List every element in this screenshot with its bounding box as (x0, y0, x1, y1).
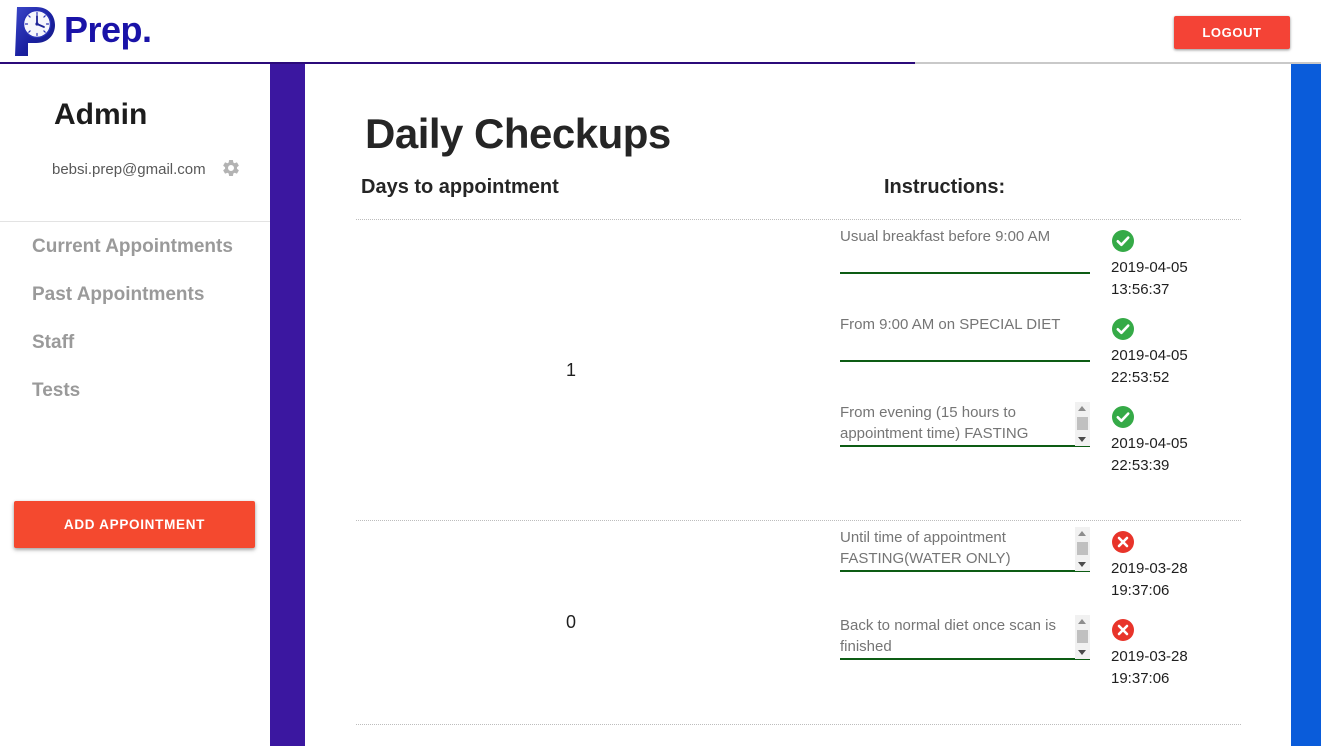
instruction-text-field[interactable]: From 9:00 AM on SPECIAL DIET (840, 314, 1090, 362)
instruction-entry: From evening (15 hours to appointment ti… (840, 396, 1240, 484)
instruction-timestamp: 2019-03-28 19:37:06 (1111, 648, 1188, 687)
top-bar: Prep. LOGOUT (0, 0, 1321, 63)
table-row: 1 Usual breakfast before 9:00 AM 2019-04… (356, 220, 1241, 521)
check-circle-icon (1112, 230, 1134, 252)
column-header-instructions: Instructions: (884, 176, 1006, 198)
instructions-list: Usual breakfast before 9:00 AM 2019-04-0… (840, 220, 1240, 520)
brand[interactable]: Prep. (10, 4, 152, 58)
instruction-entry: Usual breakfast before 9:00 AM 2019-04-0… (840, 220, 1240, 308)
app-root: Prep. LOGOUT Admin bebsi.prep@gmail.com … (0, 0, 1321, 746)
instruction-status: 2019-03-28 19:37:06 (1111, 609, 1231, 690)
instruction-timestamp: 2019-04-05 22:53:52 (1111, 347, 1188, 386)
add-appointment-button[interactable]: ADD APPOINTMENT (14, 501, 255, 548)
column-header-days: Days to appointment (361, 176, 559, 198)
days-to-appointment-value: 0 (565, 612, 576, 632)
check-circle-icon (1112, 406, 1134, 428)
instruction-timestamp: 2019-04-05 22:53:39 (1111, 435, 1188, 474)
instruction-text-field[interactable]: From evening (15 hours to appointment ti… (840, 402, 1090, 447)
instruction-text-field[interactable]: Back to normal diet once scan is finishe… (840, 615, 1090, 660)
instruction-text-field[interactable]: Until time of appointment FASTING(WATER … (840, 527, 1090, 572)
logout-button[interactable]: LOGOUT (1174, 16, 1290, 49)
header-divider-right (915, 62, 1321, 64)
days-to-appointment-value: 1 (565, 359, 576, 380)
sidebar-nav: Current Appointments Past Appointments S… (0, 223, 270, 415)
sidebar-item-staff[interactable]: Staff (0, 319, 270, 367)
instruction-entry: Until time of appointment FASTING(WATER … (840, 521, 1240, 609)
page-title: Daily Checkups (365, 110, 671, 158)
gear-icon[interactable] (221, 158, 241, 178)
check-circle-icon (1112, 318, 1134, 340)
instruction-text-field[interactable]: Usual breakfast before 9:00 AM (840, 226, 1090, 274)
sidebar: Admin bebsi.prep@gmail.com Current Appoi… (0, 64, 270, 746)
sidebar-item-past-appointments[interactable]: Past Appointments (0, 271, 270, 319)
instruction-timestamp: 2019-03-28 19:37:06 (1111, 560, 1188, 599)
instruction-timestamp: 2019-04-05 13:56:37 (1111, 259, 1188, 298)
profile-email: bebsi.prep@gmail.com (52, 161, 206, 178)
daily-checkups-table: Days to appointment Instructions: 1 Usua… (356, 164, 1241, 725)
instruction-entry: From 9:00 AM on SPECIAL DIET 2019-04-05 … (840, 308, 1240, 396)
main-content: Daily Checkups Days to appointment Instr… (305, 64, 1291, 746)
instruction-status: 2019-04-05 22:53:52 (1111, 308, 1231, 389)
instruction-status: 2019-04-05 13:56:37 (1111, 220, 1231, 301)
instruction-status: 2019-04-05 22:53:39 (1111, 396, 1231, 477)
sidebar-profile: Admin bebsi.prep@gmail.com (0, 64, 270, 222)
profile-name: Admin (54, 98, 148, 131)
instruction-entry: Back to normal diet once scan is finishe… (840, 609, 1240, 697)
sidebar-accent-strip (270, 64, 305, 746)
table-header: Days to appointment Instructions: (356, 164, 1241, 220)
sidebar-item-tests[interactable]: Tests (0, 367, 270, 415)
clock-p-logo-icon (15, 7, 55, 56)
table-row: 0 Until time of appointment FASTING(WATE… (356, 521, 1241, 725)
x-circle-icon (1112, 531, 1134, 553)
x-circle-icon (1112, 619, 1134, 641)
instructions-list: Until time of appointment FASTING(WATER … (840, 521, 1240, 724)
right-accent-strip (1291, 64, 1321, 746)
instruction-status: 2019-03-28 19:37:06 (1111, 521, 1231, 602)
sidebar-item-current-appointments[interactable]: Current Appointments (0, 223, 270, 271)
brand-name: Prep. (64, 8, 152, 50)
